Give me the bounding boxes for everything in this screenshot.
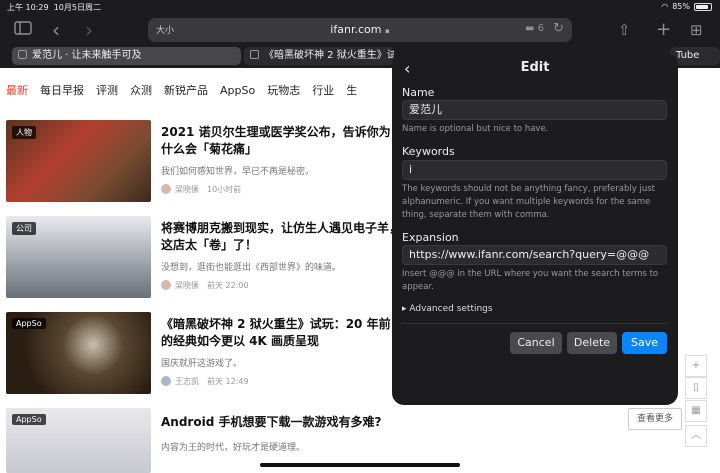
expansion-hint: Insert @@@ in the URL where you want the… — [402, 269, 659, 292]
article-thumbnail[interactable]: 人物 — [6, 120, 151, 202]
wifi-icon: ◠ — [661, 2, 669, 11]
expansion-field[interactable]: https://www.ifanr.com/search?query=@@@ — [402, 245, 667, 265]
tab-ifanr[interactable]: 爱范儿 · 让未来触手可及 — [12, 47, 241, 65]
article-thumbnail[interactable]: AppSo — [6, 408, 151, 473]
keywords-label: Keywords — [402, 145, 455, 158]
reload-icon[interactable]: ↻ — [553, 21, 564, 36]
category-nav: 最新 每日早报 评测 众测 新锐产品 AppSo 玩物志 行业生 — [0, 82, 400, 106]
add-icon[interactable]: + — [685, 355, 707, 377]
back-icon[interactable]: ‹ — [52, 20, 60, 40]
status-time: 上午 10:29 — [7, 3, 49, 12]
nav-item[interactable]: 评测 — [96, 82, 118, 98]
article-thumbnail[interactable]: 公司 — [6, 216, 151, 298]
divider — [402, 323, 668, 324]
forward-icon[interactable]: › — [85, 20, 93, 40]
article-title[interactable]: 《暗黑破坏神 2 狱火重生》试玩：20 年前的经典如今更以 4K 画质呈现 — [161, 316, 401, 350]
tab-label: 爱范儿 · 让未来触手可及 — [32, 50, 142, 61]
tab-label: 《暗黑破坏神 2 狱火重生》试 — [264, 50, 394, 61]
article-card[interactable]: 人物 2021 诺贝尔生理或医学奖公布，告诉你为什么会「菊花痛」 我们如何感知世… — [6, 120, 400, 202]
favicon-icon — [18, 50, 27, 59]
article-time: 前天 22:00 — [207, 281, 249, 290]
expansion-label: Expansion — [402, 231, 459, 244]
tab-label: Tube — [676, 50, 700, 61]
article-time: 前天 12:49 — [207, 377, 249, 386]
edit-shortcut-panel: ‹ Edit Name 爱范儿 Name is optional but nic… — [392, 53, 678, 405]
article-title[interactable]: 将赛博朋克搬到现实，让仿生人遇见电子羊，这店太「卷」了！ — [161, 220, 401, 254]
article-card[interactable]: 公司 将赛博朋克搬到现实，让仿生人遇见电子羊，这店太「卷」了！ 没想到，逛街也能… — [6, 216, 401, 298]
nav-item[interactable]: 生 — [346, 82, 357, 98]
nav-item[interactable]: AppSo — [220, 84, 255, 97]
name-hint: Name is optional but nice to have. — [402, 124, 549, 134]
status-bar: 上午 10:29 10月5日周二 ◠ 85% — [0, 0, 720, 14]
article-summary: 国庆就肝这游戏了。 — [161, 359, 243, 369]
status-date: 10月5日周二 — [53, 3, 101, 12]
lock-icon: ▪ — [384, 27, 390, 35]
article-badge: AppSo — [12, 318, 46, 329]
avatar — [161, 280, 171, 290]
article-author: 梁晓愫 — [175, 185, 199, 194]
cancel-button[interactable]: Cancel — [510, 332, 562, 354]
extension-icon[interactable]: ▬ 6 — [525, 23, 544, 34]
sidebar-icon[interactable] — [14, 20, 32, 40]
article-meta: 王志凯 前天 12:49 — [161, 376, 249, 387]
view-more-button[interactable]: 查看更多 — [628, 408, 682, 430]
avatar — [161, 376, 171, 386]
home-indicator — [260, 463, 460, 467]
article-badge: 公司 — [12, 222, 36, 235]
name-field[interactable]: 爱范儿 — [402, 100, 667, 120]
article-meta: 梁晓愫 10小时前 — [161, 184, 241, 195]
phone-icon[interactable]: ▯ — [685, 377, 707, 399]
nav-item[interactable]: 众测 — [130, 82, 152, 98]
favicon-icon — [250, 50, 259, 59]
article-summary: 内容为王的时代，好玩才是硬道理。 — [161, 443, 306, 453]
article-thumbnail[interactable]: AppSo — [6, 312, 151, 394]
article-time: 10小时前 — [207, 185, 242, 194]
nav-item[interactable]: 玩物志 — [267, 82, 300, 98]
article-title[interactable]: Android 手机想要下载一款游戏有多难? — [161, 414, 401, 431]
battery-icon — [694, 2, 712, 11]
qr-code-icon[interactable]: ▦ — [685, 400, 707, 422]
nav-item[interactable]: 最新 — [6, 82, 28, 98]
save-button[interactable]: Save — [622, 332, 667, 354]
article-badge: AppSo — [12, 414, 46, 425]
article-title[interactable]: 2021 诺贝尔生理或医学奖公布，告诉你为什么会「菊花痛」 — [161, 124, 401, 158]
nav-item[interactable]: 每日早报 — [40, 82, 84, 98]
status-right: ◠ 85% — [661, 2, 712, 11]
keywords-hint: The keywords should not be anything fanc… — [402, 184, 655, 220]
article-card[interactable]: AppSo 《暗黑破坏神 2 狱火重生》试玩：20 年前的经典如今更以 4K 画… — [6, 312, 400, 394]
article-summary: 没想到，逛街也能逛出《西部世界》的味道。 — [161, 263, 342, 273]
article-author: 王志凯 — [175, 377, 199, 386]
url-host-text: ifanr.com — [330, 23, 382, 36]
keywords-field[interactable]: i — [402, 160, 667, 180]
tab-diablo[interactable]: 《暗黑破坏神 2 狱火重生》试 — [244, 47, 394, 65]
scroll-top-icon[interactable]: ︿ — [685, 425, 707, 447]
address-bar[interactable]: 大小 ifanr.com ▪ ▬ 6 ↻ — [148, 18, 572, 42]
tabs-overview-icon[interactable]: ⊞ — [690, 20, 703, 40]
nav-item[interactable]: 新锐产品 — [164, 82, 208, 98]
extension-badge: 6 — [537, 23, 544, 34]
nav-item[interactable]: 行业 — [312, 82, 334, 98]
status-time-date: 上午 10:29 10月5日周二 — [7, 2, 101, 13]
panel-title: Edit — [520, 60, 550, 75]
article-badge: 人物 — [12, 126, 36, 139]
delete-button[interactable]: Delete — [567, 332, 617, 354]
article-summary: 我们如何感知世界，早已不再是秘密。 — [161, 167, 315, 177]
battery-percent: 85% — [672, 2, 690, 11]
article-author: 梁晓愫 — [175, 281, 199, 290]
url-host: ifanr.com ▪ — [148, 23, 572, 36]
avatar — [161, 184, 171, 194]
new-tab-icon[interactable]: + — [656, 20, 671, 40]
advanced-settings-toggle[interactable]: ▸ Advanced settings — [402, 304, 493, 314]
share-icon[interactable]: ⇧ — [618, 20, 631, 40]
article-meta: 梁晓愫 前天 22:00 — [161, 280, 249, 291]
name-label: Name — [402, 86, 435, 99]
